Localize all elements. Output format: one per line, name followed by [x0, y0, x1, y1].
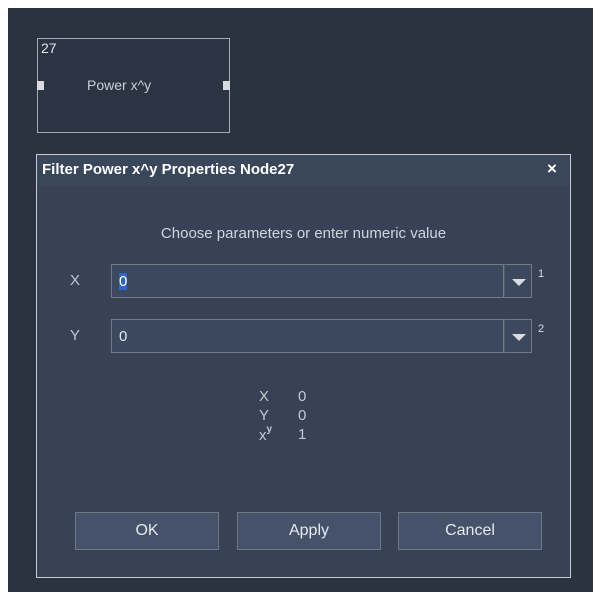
- param-label-y: Y: [70, 327, 81, 344]
- properties-dialog: Filter Power x^y Properties Node27 × Cho…: [36, 154, 571, 578]
- param-x-index: 1: [538, 268, 545, 280]
- result-label-y: Y: [259, 407, 270, 424]
- param-y-input[interactable]: 0: [111, 319, 504, 353]
- node-block[interactable]: 27 Power x^y: [37, 38, 230, 133]
- node-label: Power x^y: [87, 77, 152, 93]
- node-output-port[interactable]: [223, 81, 230, 90]
- param-label-x: X: [70, 272, 81, 289]
- result-value-power: 1: [298, 426, 307, 443]
- result-row-power: xy 1: [259, 424, 339, 445]
- param-row-x: X 0 1: [37, 264, 570, 298]
- chevron-down-icon: [512, 279, 526, 286]
- close-icon[interactable]: ×: [544, 160, 560, 178]
- node-canvas: 27 Power x^y Filter Power x^y Properties…: [8, 8, 593, 592]
- result-label-x: X: [259, 388, 270, 405]
- param-row-y: Y 0 2: [37, 319, 570, 353]
- result-label-base: x: [259, 427, 267, 444]
- result-value-x: 0: [298, 388, 307, 405]
- result-label-power: xy: [259, 424, 273, 444]
- node-id: 27: [41, 40, 57, 56]
- result-label-exponent: y: [266, 424, 273, 435]
- cancel-button[interactable]: Cancel: [398, 512, 542, 550]
- param-y-index: 2: [538, 323, 545, 335]
- result-preview: X 0 Y 0 xy 1: [259, 388, 339, 445]
- result-row-x: X 0: [259, 388, 339, 407]
- node-input-port[interactable]: [37, 81, 44, 90]
- instruction-text: Choose parameters or enter numeric value: [160, 225, 447, 242]
- param-x-dropdown-button[interactable]: [504, 264, 532, 298]
- dialog-title: Filter Power x^y Properties Node27: [42, 161, 295, 178]
- chevron-down-icon: [512, 334, 526, 341]
- apply-button[interactable]: Apply: [237, 512, 381, 550]
- param-y-value: 0: [119, 328, 128, 345]
- ok-button[interactable]: OK: [75, 512, 219, 550]
- param-x-input[interactable]: 0: [111, 264, 504, 298]
- param-y-dropdown-button[interactable]: [504, 319, 532, 353]
- result-value-y: 0: [298, 407, 307, 424]
- dialog-titlebar[interactable]: Filter Power x^y Properties Node27 ×: [37, 155, 570, 186]
- param-x-value: 0: [119, 273, 128, 290]
